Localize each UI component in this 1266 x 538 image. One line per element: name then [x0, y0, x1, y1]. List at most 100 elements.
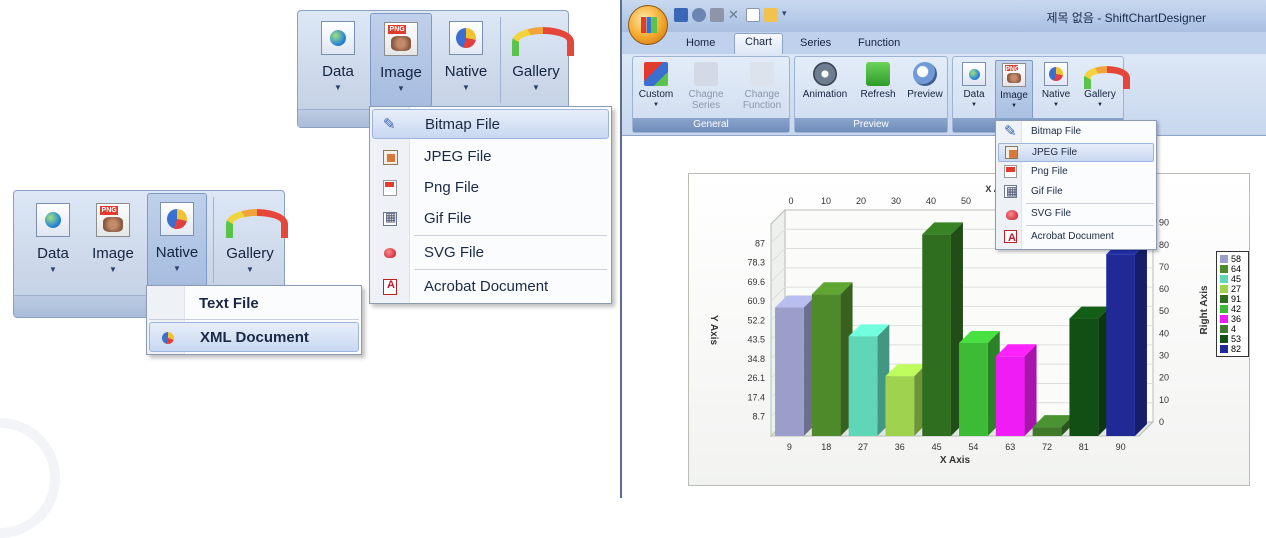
data-button[interactable]: Data ▼: [28, 193, 78, 287]
png-file-icon: [383, 180, 397, 196]
svg-file-icon: [382, 245, 398, 261]
menu-item-label: Png File: [424, 179, 480, 196]
legend-label: 91: [1231, 294, 1242, 304]
print-icon[interactable]: [710, 8, 724, 22]
legend-swatch: [1220, 275, 1228, 283]
menu-separator: [1026, 203, 1154, 204]
menu-item-label: Bitmap File: [1031, 126, 1082, 137]
menu-item-label: JPEG File: [424, 148, 492, 165]
image-icon: [96, 203, 130, 237]
general-group-label: General: [633, 118, 789, 132]
gallery-button[interactable]: Gallery ▼: [1079, 60, 1121, 111]
x-tick-label: 18: [821, 442, 831, 452]
image-icon: [1002, 63, 1026, 87]
menu-item-xml-document[interactable]: XML Document: [149, 322, 359, 352]
image-icon: [384, 22, 418, 56]
chevron-down-icon: ▼: [971, 102, 977, 108]
bar: [995, 356, 1025, 436]
y-tick-label: 17.4: [747, 392, 765, 402]
menu-item-svg-file[interactable]: SVG File: [998, 205, 1154, 224]
gif-file-icon: [1004, 183, 1017, 200]
chart-legend: 58 64 45 27 91 42 36 4 53 82: [1216, 251, 1249, 357]
menu-item-jpeg-file[interactable]: JPEG File: [998, 143, 1154, 162]
save-icon[interactable]: [674, 8, 688, 22]
native-button[interactable]: Native ▼: [147, 193, 207, 287]
native-button-label: Native: [1041, 89, 1071, 100]
preview-button[interactable]: Preview: [903, 60, 947, 100]
menu-item-jpeg-file[interactable]: JPEG File: [372, 142, 609, 172]
bar: [1032, 427, 1062, 436]
menu-item-gif-file[interactable]: Gif File: [372, 204, 609, 234]
tab-function[interactable]: Function: [858, 37, 900, 49]
image-button[interactable]: Image ▼: [995, 60, 1033, 120]
x-axis-label: X Axis: [940, 455, 971, 466]
chart-canvas-area: 8.7 17.4 26.1 34.8 43.5 52.2 60.9 69.6 78.3 87 0 10…: [622, 137, 1266, 498]
image-dropdown-menu-window: Bitmap File JPEG File Png File Gif File …: [995, 120, 1157, 250]
legend-item: 45: [1219, 274, 1246, 284]
data-button[interactable]: Data ▼: [313, 11, 363, 107]
jpeg-file-icon: [383, 150, 398, 165]
delete-icon[interactable]: ✕: [728, 8, 742, 22]
tab-home[interactable]: Home: [686, 37, 715, 49]
data-button[interactable]: Data ▼: [957, 60, 991, 111]
legend-swatch: [1220, 315, 1228, 323]
gallery-button-label: Gallery: [226, 245, 274, 262]
refresh-button[interactable]: Refresh: [855, 60, 901, 100]
xml-document-icon: [160, 330, 176, 346]
right-tick-label: 90: [1159, 218, 1169, 228]
menu-item-bitmap-file[interactable]: Bitmap File: [372, 109, 609, 139]
change-series-icon: [694, 62, 718, 86]
menu-separator: [1026, 225, 1154, 226]
tab-chart[interactable]: Chart: [734, 33, 783, 54]
chevron-down-icon: ▼: [246, 265, 254, 274]
menu-item-png-file[interactable]: Png File: [372, 173, 609, 203]
y-tick-label: 8.7: [752, 412, 765, 422]
open-folder-icon[interactable]: [764, 8, 778, 22]
bar: [1069, 318, 1099, 436]
gallery-button[interactable]: Gallery ▼: [219, 193, 281, 287]
tab-series[interactable]: Series: [800, 37, 831, 49]
customize-qat-icon[interactable]: ▾: [782, 8, 790, 22]
y-tick-label: 52.2: [747, 315, 765, 325]
image-button-label: Image: [92, 245, 134, 262]
change-series-button[interactable]: Chagne Series: [681, 60, 731, 111]
bar: [1106, 254, 1135, 436]
image-button-label: Image: [380, 64, 422, 81]
menu-item-gif-file[interactable]: Gif File: [998, 183, 1154, 202]
ribbon: Custom ▼ Chagne Series Change Function G…: [622, 54, 1266, 136]
menu-item-text-file[interactable]: Text File: [149, 288, 359, 318]
custom-chart-icon: [644, 62, 668, 86]
menu-item-acrobat-document[interactable]: Acrobat Document: [372, 272, 609, 302]
new-file-icon[interactable]: [746, 8, 760, 22]
animation-button[interactable]: Animation: [797, 60, 853, 100]
native-button[interactable]: Native ▼: [1037, 60, 1075, 111]
gallery-button-label: Gallery: [512, 63, 560, 80]
application-menu-button[interactable]: [628, 5, 668, 45]
menu-item-label: Gif File: [424, 210, 472, 227]
data-icon: [321, 21, 355, 55]
group-separator: [500, 17, 501, 103]
bar-side: [1134, 242, 1147, 436]
y-tick-label: 43.5: [747, 335, 765, 345]
native-button[interactable]: Native ▼: [436, 11, 496, 107]
gallery-button-label: Gallery: [1084, 89, 1116, 100]
x-tick-label: 27: [858, 442, 868, 452]
native-icon: [1044, 62, 1068, 86]
undo-icon[interactable]: [692, 8, 706, 22]
chevron-down-icon: ▼: [1097, 102, 1103, 108]
legend-label: 58: [1231, 254, 1242, 264]
png-file-icon: [1004, 165, 1017, 178]
gallery-icon: [226, 203, 274, 237]
menu-item-bitmap-file[interactable]: Bitmap File: [998, 123, 1154, 142]
custom-button[interactable]: Custom ▼: [635, 60, 677, 111]
menu-item-png-file[interactable]: Png File: [998, 163, 1154, 182]
change-function-button[interactable]: Change Function: [735, 60, 789, 111]
menu-item-svg-file[interactable]: SVG File: [372, 238, 609, 268]
background-decoration: [0, 418, 60, 538]
gallery-button[interactable]: Gallery ▼: [506, 11, 566, 107]
legend-label: 45: [1231, 274, 1242, 284]
image-button[interactable]: Image ▼: [370, 13, 432, 107]
menu-item-acrobat-document[interactable]: Acrobat Document: [998, 228, 1154, 247]
legend-label: 36: [1231, 314, 1242, 324]
image-button[interactable]: Image ▼: [84, 193, 142, 287]
